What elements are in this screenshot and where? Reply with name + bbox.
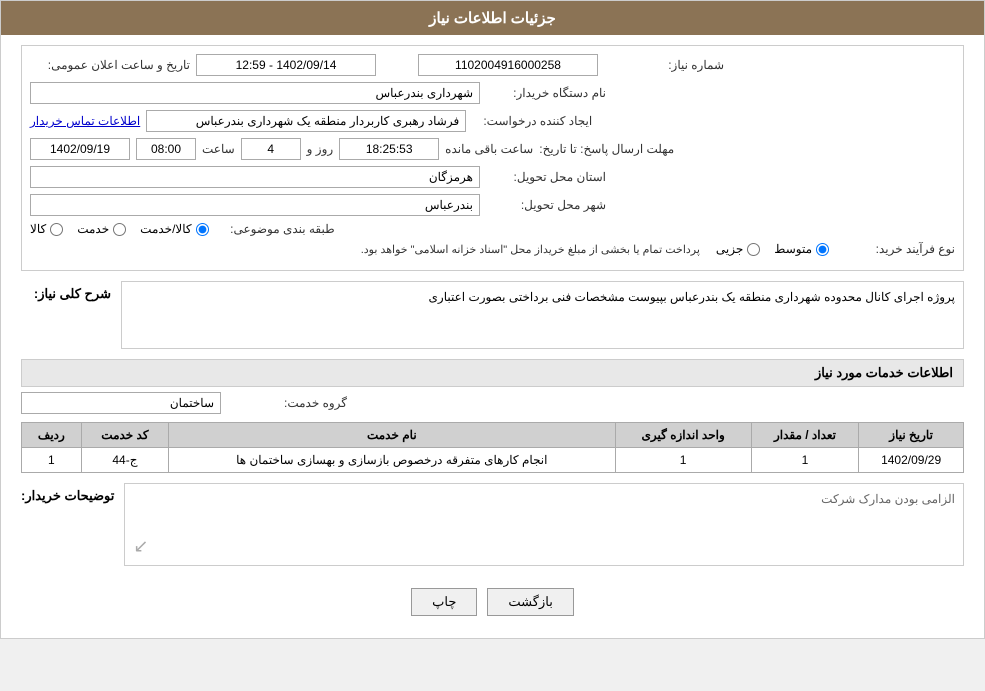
city-input[interactable]	[30, 194, 480, 216]
col-service-code: کد خدمت	[81, 423, 168, 448]
cell-need-date: 1402/09/29	[859, 448, 964, 473]
services-section-title: اطلاعات خدمات مورد نیاز	[21, 359, 964, 387]
page-title: جزئیات اطلاعات نیاز	[429, 10, 556, 27]
purchase-type-radio-group: متوسط جزیی	[716, 242, 829, 256]
cell-service-code: ج-44	[81, 448, 168, 473]
province-label: استان محل تحویل:	[486, 170, 606, 184]
service-group-label: گروه خدمت:	[227, 396, 347, 410]
purchase-type-small[interactable]: جزیی	[716, 242, 760, 256]
buttons-row: بازگشت چاپ	[21, 576, 964, 628]
purchase-type-label: نوع فرآیند خرید:	[835, 242, 955, 256]
remaining-time-label: ساعت باقی مانده	[445, 142, 533, 156]
contact-link[interactable]: اطلاعات تماس خریدار	[30, 114, 140, 128]
service-group-input[interactable]	[21, 392, 221, 414]
buyer-org-input[interactable]	[30, 82, 480, 104]
col-unit: واحد اندازه گیری	[615, 423, 751, 448]
purchase-note: پرداخت تمام یا بخشی از مبلغ خریداز محل "…	[30, 243, 710, 256]
print-button[interactable]: چاپ	[411, 588, 477, 616]
remaining-time-input[interactable]	[339, 138, 439, 160]
send-deadline-label: مهلت ارسال پاسخ: تا تاریخ:	[539, 142, 674, 156]
cell-unit: 1	[615, 448, 751, 473]
remaining-days-input[interactable]	[241, 138, 301, 160]
back-button[interactable]: بازگشت	[487, 588, 573, 616]
need-description-box: پروژه اجرای کانال محدوده شهرداری منطقه ی…	[121, 281, 964, 349]
requester-label: ایجاد کننده درخواست:	[472, 114, 592, 128]
need-number-label: شماره نیاز:	[604, 58, 724, 72]
need-number-input[interactable]	[418, 54, 598, 76]
buyer-notes-container: الزامی بودن مدارک شرکت ↙	[124, 483, 964, 566]
category-option-goods[interactable]: کالا	[30, 222, 63, 236]
purchase-type-medium[interactable]: متوسط	[774, 242, 829, 256]
requester-input[interactable]	[146, 110, 466, 132]
public-announce-label: تاریخ و ساعت اعلان عمومی:	[30, 58, 190, 72]
deadline-time-input[interactable]	[136, 138, 196, 160]
page-header: جزئیات اطلاعات نیاز	[1, 1, 984, 35]
province-input[interactable]	[30, 166, 480, 188]
deadline-time-label: ساعت	[202, 142, 235, 156]
category-option-goods-services[interactable]: کالا/خدمت	[140, 222, 208, 236]
buyer-org-label: نام دستگاه خریدار:	[486, 86, 606, 100]
buyer-notes-label: توضیحات خریدار:	[21, 483, 114, 504]
table-row: 1402/09/29 1 1 انجام کارهای متفرقه درخصو…	[22, 448, 964, 473]
cell-service-name: انجام کارهای متفرقه درخصوص بازسازی و بهس…	[169, 448, 615, 473]
need-description-text: پروژه اجرای کانال محدوده شهرداری منطقه ی…	[130, 290, 955, 340]
services-table: تاریخ نیاز تعداد / مقدار واحد اندازه گیر…	[21, 422, 964, 473]
need-description-label: شرح کلی نیاز:	[21, 281, 111, 302]
col-service-name: نام خدمت	[169, 423, 615, 448]
category-radio-group: کالا/خدمت خدمت کالا	[30, 222, 209, 236]
remaining-days-label: روز و	[307, 142, 334, 156]
public-announce-input[interactable]	[196, 54, 376, 76]
cell-quantity: 1	[751, 448, 858, 473]
buyer-notes-text: الزامی بودن مدارک شرکت	[133, 492, 955, 506]
deadline-date-input[interactable]	[30, 138, 130, 160]
col-row-num: ردیف	[22, 423, 82, 448]
category-option-service[interactable]: خدمت	[77, 222, 126, 236]
city-label: شهر محل تحویل:	[486, 198, 606, 212]
cell-row-num: 1	[22, 448, 82, 473]
category-label: طبقه بندی موضوعی:	[215, 222, 335, 236]
col-quantity: تعداد / مقدار	[751, 423, 858, 448]
col-need-date: تاریخ نیاز	[859, 423, 964, 448]
